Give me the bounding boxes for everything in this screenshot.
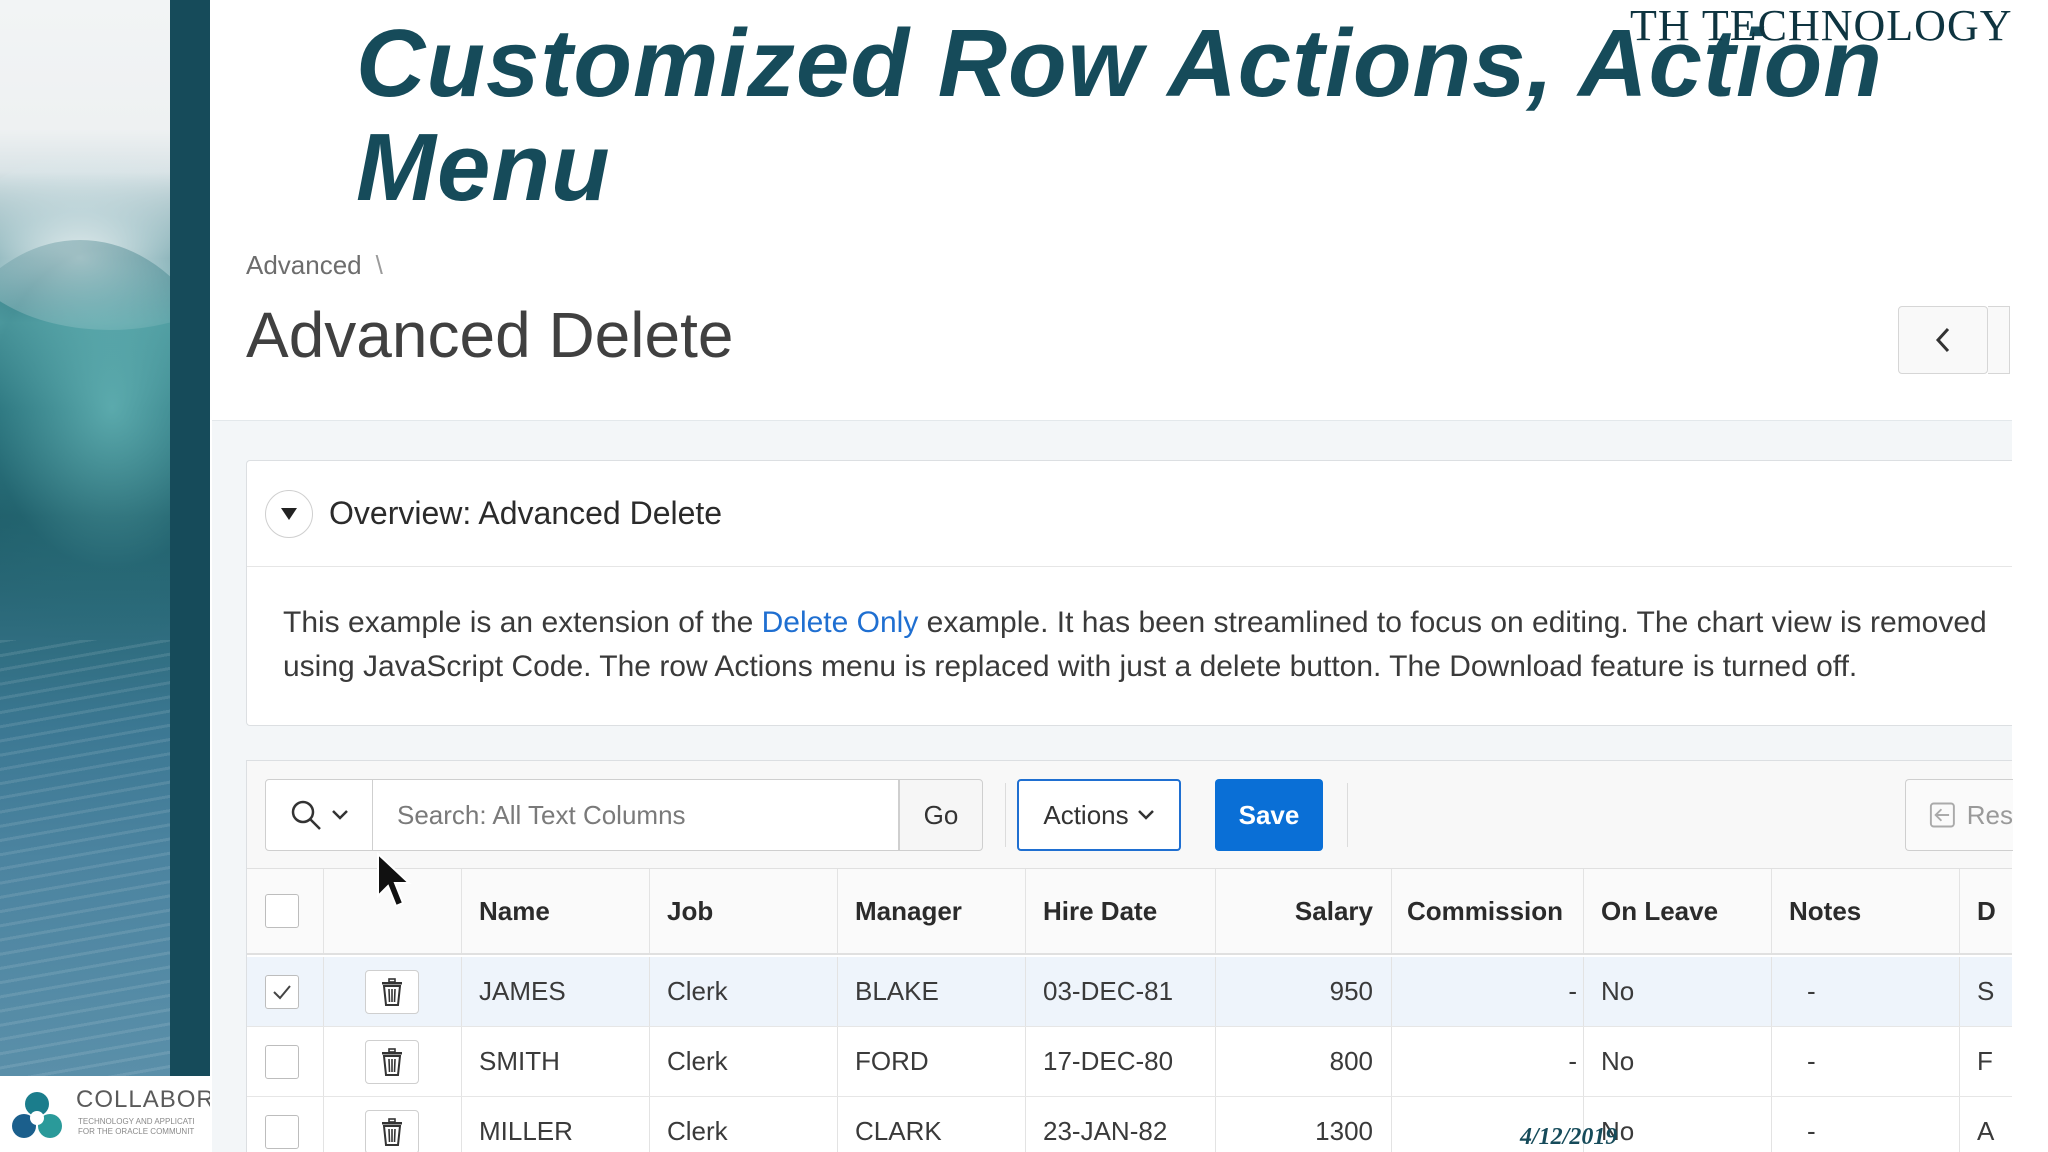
cell-name[interactable]: JAMES	[479, 957, 639, 1026]
slide-accent-bar	[170, 0, 210, 1152]
trash-icon	[382, 1117, 402, 1146]
brand-name: TH TECHNOLOGY	[1630, 1, 2013, 50]
search-column-menu[interactable]	[265, 779, 373, 851]
go-button[interactable]: Go	[899, 779, 983, 851]
select-all-cell	[265, 869, 305, 953]
toolbar-divider	[1005, 783, 1006, 847]
overview-region: Overview: Advanced Delete This example i…	[246, 460, 2012, 726]
cell-hire-date[interactable]: 03-DEC-81	[1043, 957, 1203, 1026]
column-header-on-leave[interactable]: On Leave	[1601, 869, 1751, 953]
cell-manager[interactable]: FORD	[855, 1027, 1015, 1096]
collapse-triangle-icon	[281, 507, 297, 520]
reset-label: Res	[1966, 799, 2013, 830]
cell-manager[interactable]: BLAKE	[855, 957, 1015, 1026]
cell-job[interactable]: Clerk	[667, 1027, 827, 1096]
cell-job[interactable]: Clerk	[667, 957, 827, 1026]
cell-salary[interactable]: 800	[1233, 1027, 1373, 1096]
table-row[interactable]: JAMES Clerk BLAKE 03-DEC-81 950 - No - S	[247, 957, 2012, 1027]
column-header-job[interactable]: Job	[667, 869, 807, 953]
delete-row-button[interactable]	[365, 969, 419, 1014]
column-header-commission[interactable]: Commission	[1407, 869, 1577, 953]
row-checkbox[interactable]	[265, 974, 299, 1009]
reset-icon	[1929, 802, 1955, 828]
delete-row-button[interactable]	[365, 1039, 419, 1084]
row-checkbox[interactable]	[265, 1044, 299, 1079]
cell-name[interactable]: SMITH	[479, 1027, 639, 1096]
row-selector	[265, 1027, 305, 1096]
cell-on-leave[interactable]: No	[1601, 1097, 1751, 1152]
checkmark-icon	[273, 984, 291, 999]
delete-row-button[interactable]	[365, 1109, 419, 1152]
cell-commission[interactable]: -	[1407, 957, 1577, 1026]
region-header: Overview: Advanced Delete	[247, 461, 2012, 567]
cell-name[interactable]: MILLER	[479, 1097, 639, 1152]
previous-page-button[interactable]	[1898, 306, 1988, 374]
column-header-d[interactable]: D	[1977, 869, 2007, 953]
cell-d[interactable]: F	[1977, 1027, 2007, 1096]
logo-name: COLLABOR	[76, 1086, 210, 1113]
breadcrumb[interactable]: Advanced \	[246, 250, 383, 281]
cell-commission[interactable]: -	[1407, 1027, 1577, 1096]
interactive-grid: Go Actions Save Res Name Job Mana	[246, 760, 2013, 1152]
actions-menu-button[interactable]: Actions	[1017, 779, 1181, 851]
actions-label: Actions	[1043, 799, 1129, 830]
column-header-manager[interactable]: Manager	[855, 869, 1015, 953]
trash-icon	[382, 1047, 402, 1076]
row-selector	[265, 957, 305, 1026]
breadcrumb-separator: \	[375, 250, 383, 280]
next-page-button[interactable]	[1988, 306, 2010, 374]
cell-d[interactable]: S	[1977, 957, 2007, 1026]
cell-notes[interactable]: -	[1807, 1027, 1937, 1096]
table-row[interactable]: SMITH Clerk FORD 17-DEC-80 800 - No - F	[247, 1027, 2012, 1097]
column-header-salary[interactable]: Salary	[1233, 869, 1373, 953]
chevron-down-icon	[1137, 810, 1154, 820]
cursor-arrow-icon	[377, 852, 412, 908]
cell-on-leave[interactable]: No	[1601, 1027, 1751, 1096]
chevron-left-icon	[1935, 327, 1950, 353]
save-button[interactable]: Save	[1215, 779, 1323, 851]
row-checkbox[interactable]	[265, 1114, 299, 1149]
cell-hire-date[interactable]: 23-JAN-82	[1043, 1097, 1203, 1152]
region-title: Overview: Advanced Delete	[329, 495, 723, 531]
cell-salary[interactable]: 1300	[1233, 1097, 1373, 1152]
cell-notes[interactable]: -	[1807, 1097, 1937, 1152]
cell-notes[interactable]: -	[1807, 957, 1937, 1026]
cell-job[interactable]: Clerk	[667, 1097, 827, 1152]
grid-toolbar: Go Actions Save Res	[247, 761, 2013, 869]
cell-salary[interactable]: 950	[1233, 957, 1373, 1026]
grid-header-row: Name Job Manager Hire Date Salary Commis…	[247, 869, 2012, 955]
select-all-checkbox[interactable]	[265, 894, 299, 928]
row-actions	[365, 1097, 425, 1152]
breadcrumb-item-advanced[interactable]: Advanced	[246, 250, 362, 280]
slide-date: 4/12/2019	[1520, 1124, 1618, 1150]
row-selector	[265, 1097, 305, 1152]
table-row[interactable]: MILLER Clerk CLARK 23-JAN-82 1300 No - A	[247, 1097, 2012, 1152]
delete-only-link[interactable]: Delete Only	[762, 606, 919, 639]
search-icon	[291, 800, 321, 830]
column-header-notes[interactable]: Notes	[1789, 869, 1939, 953]
row-actions	[365, 957, 425, 1026]
chevron-down-icon	[332, 810, 348, 820]
cell-d[interactable]: A	[1977, 1097, 2007, 1152]
cell-manager[interactable]: CLARK	[855, 1097, 1015, 1152]
collaborate-logo-icon	[12, 1092, 62, 1138]
reset-button[interactable]: Res	[1905, 779, 2013, 851]
overview-text: This example is an extension of the Dele…	[283, 606, 1987, 683]
logo-tagline: TECHNOLOGY AND APPLICATI FOR THE ORACLE …	[78, 1117, 195, 1136]
trash-icon	[382, 977, 402, 1006]
column-header-hire-date[interactable]: Hire Date	[1043, 869, 1203, 953]
row-actions	[365, 1027, 425, 1096]
toolbar-divider	[1347, 783, 1348, 847]
column-header-name[interactable]: Name	[479, 869, 619, 953]
wave-image	[0, 0, 170, 1076]
search-input[interactable]	[373, 779, 899, 851]
collapse-button[interactable]	[265, 489, 313, 538]
cell-on-leave[interactable]: No	[1601, 957, 1751, 1026]
page-title: Advanced Delete	[246, 299, 734, 371]
slide: COLLABOR TECHNOLOGY AND APPLICATI FOR TH…	[0, 0, 2048, 1152]
cell-hire-date[interactable]: 17-DEC-80	[1043, 1027, 1203, 1096]
